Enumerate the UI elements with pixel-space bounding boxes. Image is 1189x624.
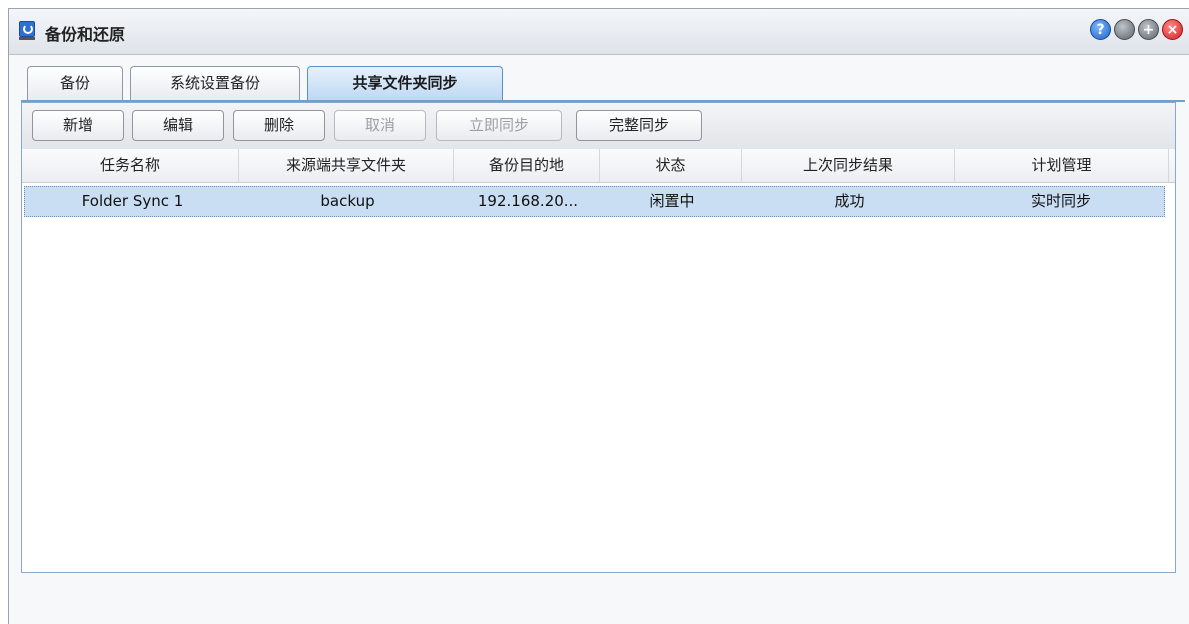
window-footer — [9, 573, 1189, 624]
cell-source-folder: backup — [320, 192, 375, 210]
column-header-destination[interactable]: 备份目的地 — [454, 149, 600, 182]
close-icon[interactable]: × — [1162, 19, 1183, 40]
backup-restore-window: 备份和还原 ? + × 备份 系统设置备份 共享文件夹同步 新增 编辑 删除 取… — [8, 8, 1189, 624]
tab-system-config-backup[interactable]: 系统设置备份 — [130, 66, 300, 100]
minimize-icon[interactable] — [1114, 19, 1135, 40]
column-header-source-folder[interactable]: 来源端共享文件夹 — [239, 149, 454, 182]
toolbar: 新增 编辑 删除 取消 立即同步 完整同步 — [22, 103, 1175, 150]
table-row[interactable]: Folder Sync 1 backup 192.168.20... 闲置中 成… — [24, 186, 1165, 217]
delete-button[interactable]: 删除 — [233, 110, 325, 141]
tab-shared-folder-sync[interactable]: 共享文件夹同步 — [307, 66, 503, 102]
cancel-button[interactable]: 取消 — [334, 110, 426, 141]
full-sync-button[interactable]: 完整同步 — [576, 110, 702, 141]
title-bar[interactable]: 备份和还原 ? + × — [9, 9, 1189, 55]
sync-now-button[interactable]: 立即同步 — [436, 110, 562, 141]
cell-task-name: Folder Sync 1 — [81, 192, 184, 210]
cell-last-sync-result: 成功 — [834, 192, 865, 210]
column-header-task-name[interactable]: 任务名称 — [22, 149, 239, 182]
cell-schedule: 实时同步 — [1030, 192, 1091, 210]
column-header-status[interactable]: 状态 — [600, 149, 742, 182]
maximize-icon[interactable]: + — [1138, 19, 1159, 40]
edit-button[interactable]: 编辑 — [132, 110, 224, 141]
help-icon[interactable]: ? — [1090, 19, 1111, 40]
tab-backup[interactable]: 备份 — [27, 66, 123, 100]
column-header-schedule[interactable]: 计划管理 — [955, 149, 1169, 182]
column-header-last-sync-result[interactable]: 上次同步结果 — [742, 149, 955, 182]
add-button[interactable]: 新增 — [32, 110, 124, 141]
cell-status: 闲置中 — [649, 192, 695, 210]
table-header: 任务名称 来源端共享文件夹 备份目的地 状态 上次同步结果 计划管理 — [22, 149, 1175, 183]
sync-task-panel: 新增 编辑 删除 取消 立即同步 完整同步 任务名称 来源端共享文件夹 备份目的… — [21, 102, 1176, 573]
window-controls: ? + × — [1090, 19, 1183, 40]
backup-restore-icon — [19, 21, 35, 40]
window-title: 备份和还原 — [45, 25, 126, 44]
cell-destination: 192.168.20... — [477, 192, 579, 210]
